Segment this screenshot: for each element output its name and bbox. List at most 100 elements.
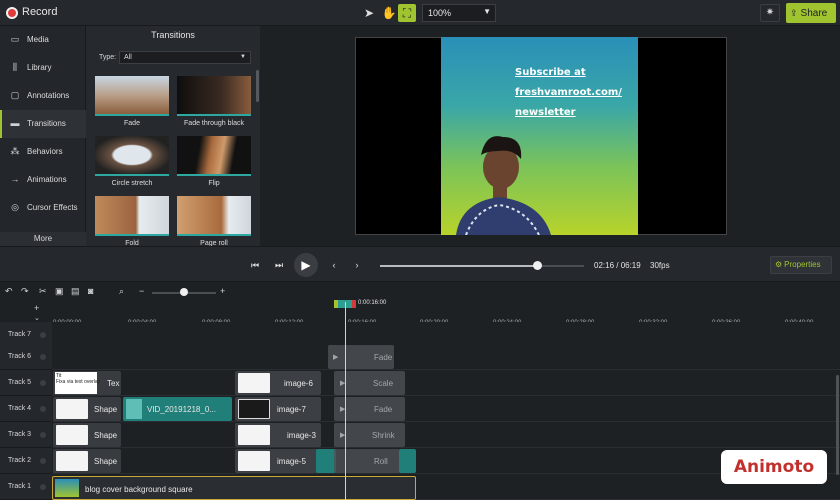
track-toggle-icon[interactable] xyxy=(40,432,46,438)
shape-clip[interactable]: Shape xyxy=(53,397,121,421)
sidebar-item-animations[interactable]: → Animations xyxy=(0,166,86,194)
transition-edge-handle[interactable] xyxy=(316,449,336,473)
sidebar-item-media[interactable]: ▭ Media xyxy=(0,26,86,54)
previous-icon[interactable]: ‹ xyxy=(326,258,342,272)
hand-icon[interactable]: ✋ xyxy=(380,4,398,22)
crop-icon[interactable]: ⛶ xyxy=(398,4,416,22)
transition-edge-handle[interactable] xyxy=(399,449,416,473)
playhead-line[interactable] xyxy=(345,302,346,500)
cut-icon[interactable]: ✂ xyxy=(39,286,47,297)
share-button[interactable]: ⇪ Share xyxy=(786,3,836,23)
track-header-4[interactable]: Track 4 xyxy=(0,396,52,422)
shape-clip[interactable]: Shape xyxy=(53,449,121,473)
clip-label: Shape xyxy=(94,405,118,414)
scrub-handle[interactable] xyxy=(533,261,542,270)
track-header-1[interactable]: Track 1 xyxy=(0,474,52,500)
transition-thumb-fold[interactable] xyxy=(95,196,169,236)
transition-clip-fade[interactable]: ▶ Fade xyxy=(328,345,394,369)
track-header-5[interactable]: Track 5 xyxy=(0,370,52,396)
step-back-icon[interactable]: ⏮ xyxy=(247,258,263,272)
play-icon: ▶ xyxy=(333,354,339,361)
transition-thumb-fade-through-black[interactable] xyxy=(177,76,251,116)
properties-button[interactable]: ⚙ Properties xyxy=(770,256,832,274)
sidebar-item-library[interactable]: ⫼ Library xyxy=(0,54,86,82)
type-dropdown[interactable]: All ▼ xyxy=(119,51,251,64)
track-label: Track 3 xyxy=(8,431,32,438)
track-toggle-icon[interactable] xyxy=(40,406,46,412)
zoom-in-icon[interactable]: + xyxy=(220,286,225,296)
record-button[interactable]: Record xyxy=(22,6,57,18)
transition-thumb-page-roll[interactable] xyxy=(177,196,251,236)
properties-label: Properties xyxy=(784,260,821,269)
canvas-image[interactable]: Subscribe at freshvamroot.com/ newslette… xyxy=(441,37,638,235)
track-toggle-icon[interactable] xyxy=(40,484,46,490)
playhead-in-handle[interactable] xyxy=(334,300,338,308)
zoom-search-icon[interactable]: ⌕ xyxy=(119,286,124,297)
transition-clip-roll[interactable]: Roll xyxy=(334,449,400,473)
play-button[interactable]: ▶ xyxy=(294,253,318,277)
clip-label: Fade xyxy=(374,405,393,414)
copy-icon[interactable]: ▣ xyxy=(55,286,64,297)
sidebar-item-behaviors[interactable]: ⁂ Behaviors xyxy=(0,138,86,166)
track-toggle-icon[interactable] xyxy=(40,332,46,338)
share-icon: ⇪ xyxy=(790,8,798,18)
record-icon[interactable] xyxy=(6,7,18,19)
text-clip[interactable]: Tit Fixa via text overlay Tex xyxy=(53,371,121,395)
sun-icon[interactable]: ✷ xyxy=(760,4,780,22)
undo-icon[interactable]: ↶ xyxy=(5,286,13,297)
text-thumbnail: Tit Fixa via text overlay xyxy=(55,372,101,394)
film-icon xyxy=(126,399,142,419)
clip-label: Scale xyxy=(373,379,394,388)
track-toggle-icon[interactable] xyxy=(40,354,46,360)
timeline-zoom-handle[interactable] xyxy=(180,288,188,296)
more-button[interactable]: More xyxy=(0,232,86,246)
add-track-icon[interactable]: + xyxy=(34,303,39,313)
chevron-down-icon[interactable]: ⌄ xyxy=(34,314,40,322)
image-clip-3[interactable]: image-3 xyxy=(235,423,321,447)
chevron-down-icon: ▼ xyxy=(240,54,246,60)
sidebar-item-annotations[interactable]: ▢ Annotations xyxy=(0,82,86,110)
text-thumb-desc: Fixa via text overlay xyxy=(56,379,101,385)
track-row-3[interactable]: Shape image-3 ▶ Shrink xyxy=(52,422,840,448)
shape-clip[interactable]: Shape xyxy=(53,423,121,447)
playhead-out-handle[interactable] xyxy=(352,300,356,308)
step-forward-icon[interactable]: ⏭ xyxy=(271,258,287,272)
camtasia-app: Record ➤ ✋ ⛶ 100% ▼ ✷ ⇪ Share ▭ Media ⫼ L… xyxy=(0,0,840,500)
track-header-2[interactable]: Track 2 xyxy=(0,448,52,474)
panel-scrollbar[interactable] xyxy=(256,70,259,102)
paste-icon[interactable]: ▤ xyxy=(71,286,80,297)
image-thumbnail xyxy=(238,399,270,419)
chevron-down-icon: ▼ xyxy=(483,7,491,16)
track-header-3[interactable]: Track 3 xyxy=(0,422,52,448)
transition-thumb-circle-stretch[interactable] xyxy=(95,136,169,176)
image-clip-6[interactable]: image-6 xyxy=(235,371,321,395)
image-clip-7[interactable]: image-7 xyxy=(235,397,321,421)
image-clip-5[interactable]: image-5 xyxy=(235,449,321,473)
background-clip[interactable]: blog cover background square xyxy=(52,476,416,500)
zoom-out-icon[interactable]: − xyxy=(139,286,144,296)
transition-thumb-fade[interactable] xyxy=(95,76,169,116)
snapshot-icon[interactable]: ◙ xyxy=(88,286,93,296)
track-row-5[interactable]: Tit Fixa via text overlay Tex image-6 ▶ … xyxy=(52,370,840,396)
sidebar-item-transitions[interactable]: ▬ Transitions xyxy=(0,110,86,138)
timeline-scrollbar[interactable] xyxy=(836,375,839,475)
timeline-toolbar: ↶ ↷ ✂ ▣ ▤ ◙ ⌕ − + xyxy=(0,282,840,302)
sidebar-item-cursor-effects[interactable]: ◎ Cursor Effects xyxy=(0,194,86,222)
annotations-icon: ▢ xyxy=(10,90,20,100)
zoom-dropdown[interactable]: 100% ▼ xyxy=(422,4,496,22)
sidebar-item-label: Cursor Effects xyxy=(27,203,78,212)
track-toggle-icon[interactable] xyxy=(40,458,46,464)
track-header-6[interactable]: Track 6 xyxy=(0,344,52,370)
clip-label: VID_20191218_0... xyxy=(147,405,216,414)
animations-icon: → xyxy=(10,174,20,184)
track-row-6[interactable]: ▶ Fade xyxy=(52,344,840,370)
video-clip[interactable]: VID_20191218_0... xyxy=(123,397,232,421)
track-toggle-icon[interactable] xyxy=(40,380,46,386)
transition-thumb-flip[interactable] xyxy=(177,136,251,176)
track-row-4[interactable]: Shape VID_20191218_0... image-7 ▶ Fade xyxy=(52,396,840,422)
shape-thumbnail xyxy=(56,451,88,471)
redo-icon[interactable]: ↷ xyxy=(21,286,29,297)
cursor-icon[interactable]: ➤ xyxy=(360,4,378,22)
next-icon[interactable]: › xyxy=(349,258,365,272)
track-label: Track 5 xyxy=(8,379,32,386)
